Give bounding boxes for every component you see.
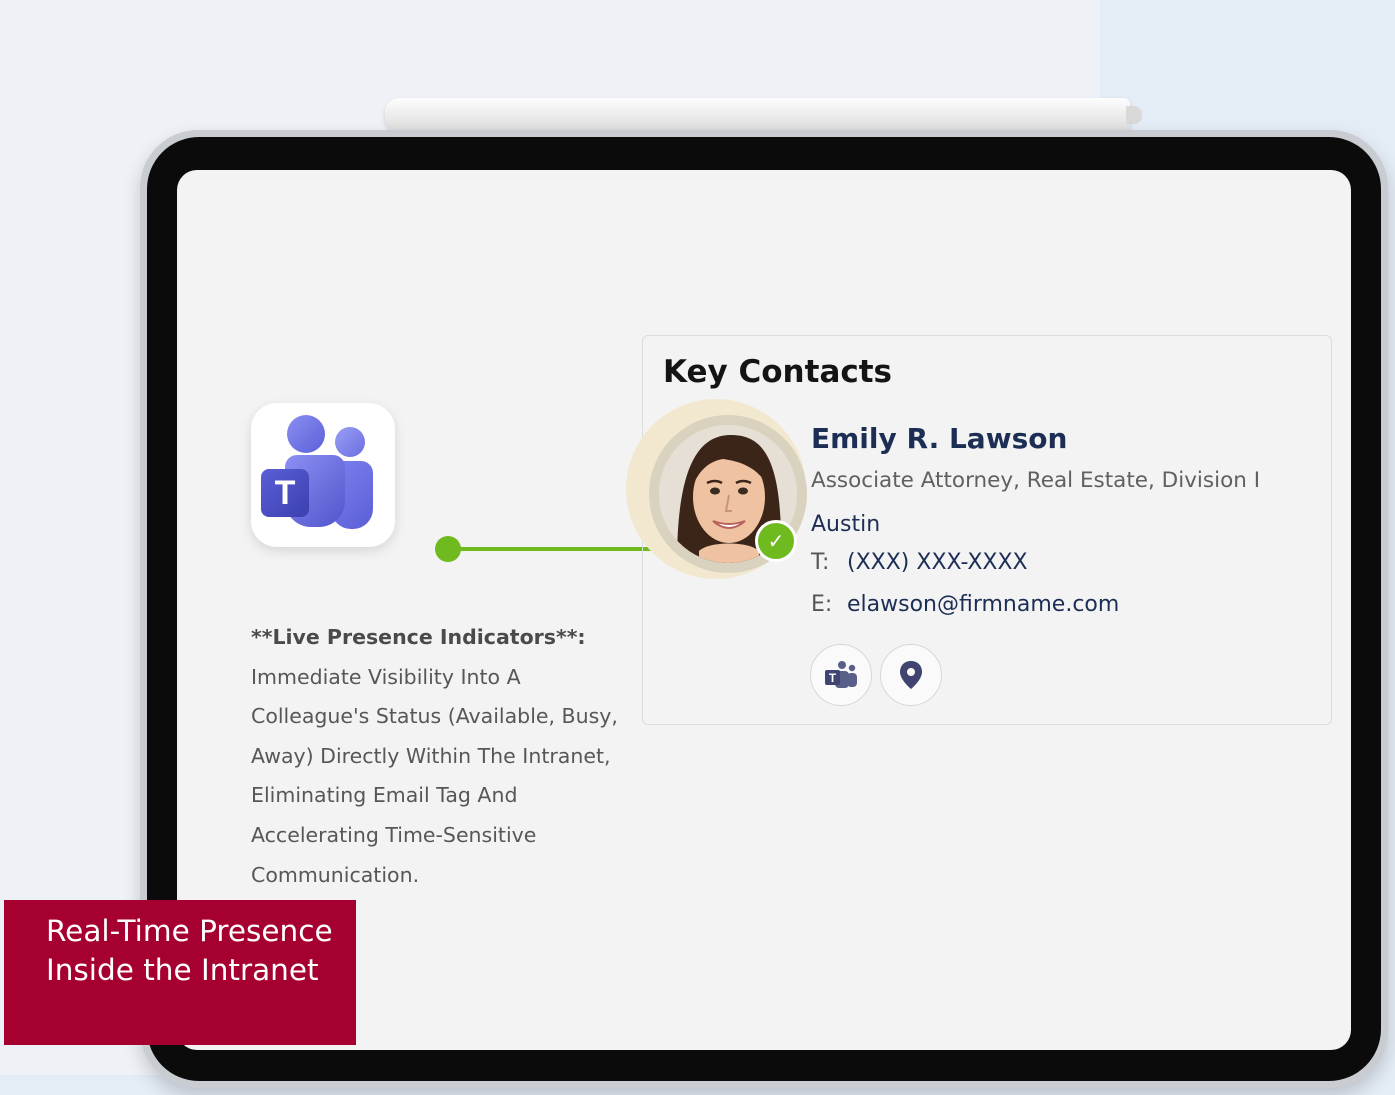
presence-available-check-icon: ✓: [755, 520, 797, 562]
contact-email[interactable]: elawson@firmname.com: [847, 592, 1119, 617]
email-label: E:: [811, 592, 833, 617]
caption-text: Real-Time Presence Inside the Intranet: [46, 914, 333, 987]
card-heading: Key Contacts: [663, 354, 893, 390]
contact-phone-row: T: (XXX) XXX-XXXX: [811, 550, 1028, 575]
contact-city: Austin: [811, 512, 881, 537]
presence-connector-dot: [435, 536, 461, 562]
feature-description: Immediate Visibility Into A Colleague's …: [251, 664, 618, 887]
stylus-pencil: [385, 98, 1142, 132]
contact-phone[interactable]: (XXX) XXX-XXXX: [847, 550, 1028, 575]
location-button[interactable]: [880, 644, 942, 706]
contact-email-row: E: elawson@firmname.com: [811, 592, 1119, 617]
microsoft-teams-app-icon: T: [251, 403, 395, 547]
feature-title: **Live Presence Indicators**:: [251, 625, 586, 649]
teams-t-logo: T: [261, 469, 309, 517]
svg-text:T: T: [829, 671, 837, 685]
location-pin-icon: [900, 661, 922, 689]
contact-name[interactable]: Emily R. Lawson: [811, 422, 1067, 455]
teams-icon: T: [825, 661, 857, 688]
caption-banner: Real-Time Presence Inside the Intranet: [4, 900, 356, 1045]
teams-chat-button[interactable]: T: [810, 644, 872, 706]
phone-label: T:: [811, 550, 830, 575]
contact-job-title: Associate Attorney, Real Estate, Divisio…: [811, 468, 1261, 493]
feature-description-block: **Live Presence Indicators**: Immediate …: [251, 618, 621, 895]
key-contacts-card: Key Contacts ✓ Emily R. Lawson Associate…: [626, 335, 1332, 725]
